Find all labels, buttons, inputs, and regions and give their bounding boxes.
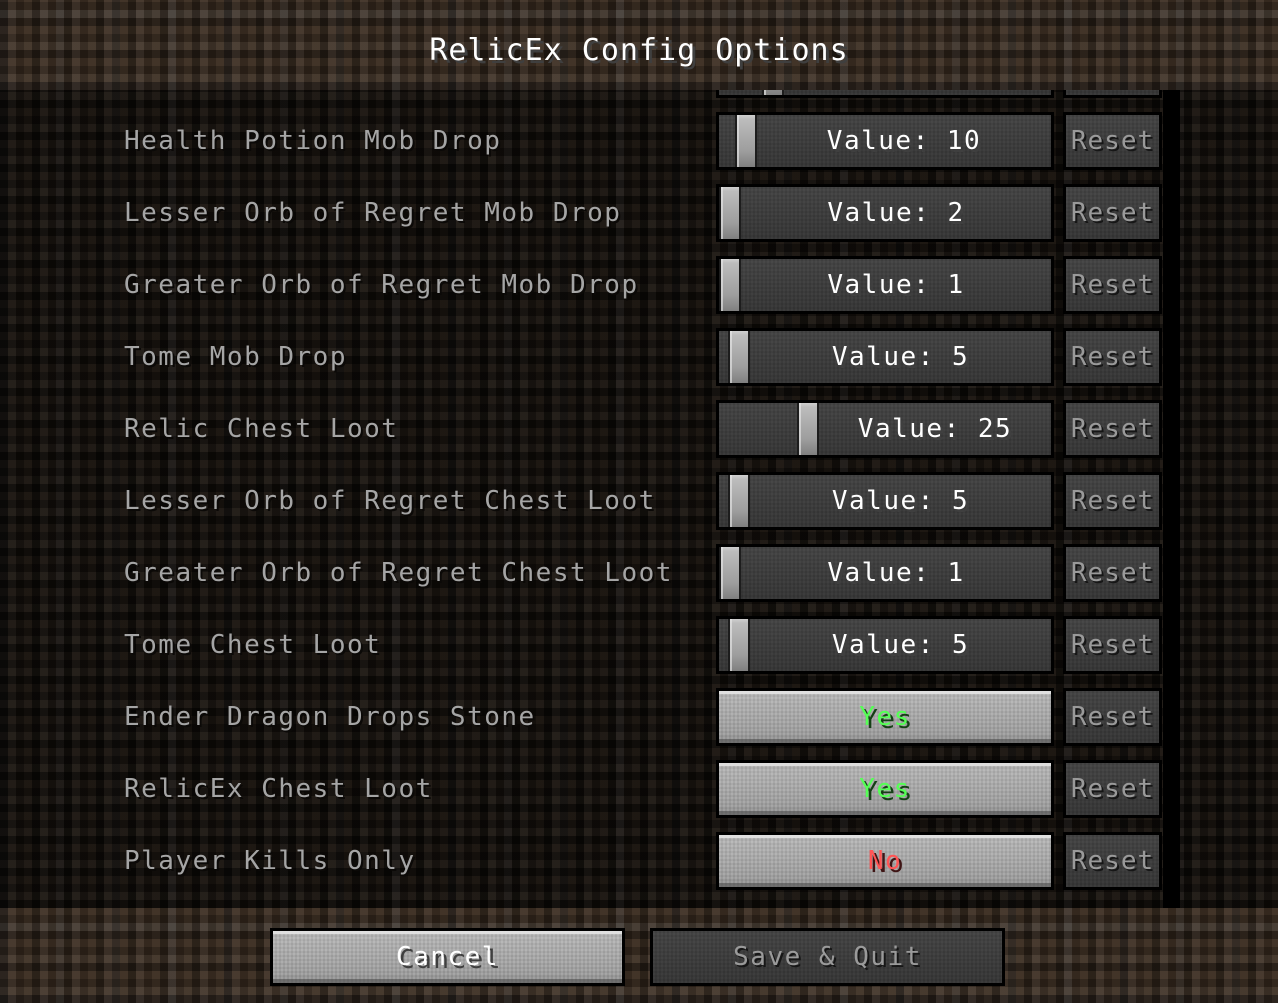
save-and-quit-button-label: Save & Quit <box>733 942 922 972</box>
screen-footer <box>0 908 1278 1003</box>
slider-thumb[interactable] <box>735 115 757 167</box>
option-label: Tome Mob Drop <box>124 342 347 372</box>
option-label: Ender Dragon Drops Stone <box>124 702 536 732</box>
slider-track[interactable]: Value: 1 <box>719 547 1051 599</box>
reset-button[interactable]: Reset <box>1063 328 1162 386</box>
option-row: Lesser Orb of Regret Chest Loot Value: 5 R… <box>0 465 1278 537</box>
options-list-content: Reset Health Potion Mob Drop Value: 10 Rese… <box>0 90 1278 897</box>
option-label: Health Potion Mob Drop <box>124 126 502 156</box>
slider-thumb[interactable] <box>728 619 750 671</box>
slider-track[interactable]: Value: 5 <box>719 331 1051 383</box>
option-label: Tome Chest Loot <box>124 630 382 660</box>
reset-button-label: Reset <box>1070 198 1155 228</box>
reset-button-label: Reset <box>1070 486 1155 516</box>
slider-value-text: Value: 10 <box>826 126 982 156</box>
reset-button[interactable]: Reset <box>1063 112 1162 170</box>
option-label: Lesser Orb of Regret Chest Loot <box>124 486 656 516</box>
value-slider[interactable]: Value: 2 <box>716 184 1054 242</box>
value-slider[interactable]: Value: 25 <box>716 400 1054 458</box>
slider-thumb[interactable] <box>728 331 750 383</box>
slider-value-text: Value: 5 <box>831 630 970 660</box>
value-slider[interactable]: Value: 5 <box>716 472 1054 530</box>
slider-value-text: Value: 1 <box>827 270 965 300</box>
slider-thumb[interactable] <box>719 547 741 599</box>
slider-track[interactable]: Value: 1 <box>719 259 1051 311</box>
minecraft-config-screen: RelicEx Config Options ResetHealth Potio… <box>0 0 1278 1003</box>
slider-thumb[interactable] <box>719 187 741 239</box>
reset-button[interactable]: Reset <box>1063 472 1162 530</box>
slider-track[interactable]: Value: 10 <box>719 115 1051 167</box>
option-row: Ender Dragon Drops Stone Yes Reset <box>0 681 1278 753</box>
option-label: Greater Orb of Regret Chest Loot <box>124 558 673 588</box>
page-title: RelicEx Config Options <box>429 33 849 68</box>
value-slider[interactable]: Value: 5 <box>716 328 1054 386</box>
options-list[interactable]: Reset Health Potion Mob Drop Value: 10 Rese… <box>0 90 1278 908</box>
option-label: Lesser Orb of Regret Mob Drop <box>124 198 622 228</box>
toggle-value-text: Yes <box>859 774 911 804</box>
option-row: Lesser Orb of Regret Mob Drop Value: 2 Res… <box>0 177 1278 249</box>
boolean-toggle-button[interactable]: No <box>716 832 1054 890</box>
save-and-quit-button[interactable]: Save & Quit <box>650 928 1005 986</box>
slider-track[interactable]: Value: 2 <box>719 187 1051 239</box>
option-row: Reset <box>0 90 1278 105</box>
reset-button[interactable]: Reset <box>1063 544 1162 602</box>
screen-header: RelicEx Config Options <box>0 0 1278 90</box>
reset-button[interactable]: Reset <box>1063 400 1162 458</box>
cancel-button[interactable]: Cancel <box>270 928 625 986</box>
slider-value-text: Value: 5 <box>831 486 970 516</box>
value-slider[interactable]: Value: 1 <box>716 544 1054 602</box>
option-row: Relic Chest Loot Value: 25 Reset <box>0 393 1278 465</box>
option-row: Tome Chest Loot Value: 5 Reset <box>0 609 1278 681</box>
boolean-toggle-button[interactable]: Yes <box>716 760 1054 818</box>
slider-value-text: Value: 1 <box>827 558 965 588</box>
option-row: Player Kills Only No Reset <box>0 825 1278 897</box>
reset-button[interactable]: Reset <box>1063 760 1162 818</box>
reset-button[interactable]: Reset <box>1063 256 1162 314</box>
option-label: Relic Chest Loot <box>124 414 399 444</box>
slider-thumb[interactable] <box>728 475 750 527</box>
reset-button-label: Reset <box>1070 774 1155 804</box>
option-row: Tome Mob Drop Value: 5 Reset <box>0 321 1278 393</box>
option-row: RelicEx Chest Loot Yes Reset <box>0 753 1278 825</box>
toggle-value-text: No <box>867 846 903 876</box>
reset-button-label: Reset <box>1070 630 1155 660</box>
reset-button[interactable]: Reset <box>1063 688 1162 746</box>
slider-track[interactable]: Value: 25 <box>719 403 1051 455</box>
slider-track[interactable]: Value: 5 <box>719 619 1051 671</box>
value-slider[interactable] <box>716 90 1054 98</box>
toggle-value-text: Yes <box>859 702 911 732</box>
slider-thumb[interactable] <box>797 403 819 455</box>
slider-track[interactable]: Value: 5 <box>719 475 1051 527</box>
option-label: RelicEx Chest Loot <box>124 774 433 804</box>
reset-button[interactable]: Reset <box>1063 90 1162 98</box>
reset-button-label: Reset <box>1070 270 1155 300</box>
reset-button[interactable]: Reset <box>1063 616 1162 674</box>
boolean-toggle-button[interactable]: Yes <box>716 688 1054 746</box>
slider-value-text: Value: 5 <box>831 342 970 372</box>
option-row: Health Potion Mob Drop Value: 10 Reset <box>0 105 1278 177</box>
reset-button-label: Reset <box>1070 846 1155 876</box>
slider-thumb[interactable] <box>762 90 784 95</box>
reset-button[interactable]: Reset <box>1063 832 1162 890</box>
reset-button-label: Reset <box>1070 702 1155 732</box>
option-row: Greater Orb of Regret Chest Loot Value: 1… <box>0 537 1278 609</box>
value-slider[interactable]: Value: 5 <box>716 616 1054 674</box>
cancel-button-label: Cancel <box>396 942 499 972</box>
value-slider[interactable]: Value: 10 <box>716 112 1054 170</box>
slider-thumb[interactable] <box>719 259 741 311</box>
option-label: Player Kills Only <box>124 846 416 876</box>
option-row: Greater Orb of Regret Mob Drop Value: 1 Re… <box>0 249 1278 321</box>
slider-value-text: Value: 2 <box>827 198 965 228</box>
reset-button-label: Reset <box>1070 342 1155 372</box>
value-slider[interactable]: Value: 1 <box>716 256 1054 314</box>
slider-value-text: Value: 25 <box>857 414 1013 444</box>
list-scrollbar-track[interactable] <box>1163 90 1180 908</box>
reset-button-label: Reset <box>1070 414 1155 444</box>
list-scrollbar-thumb[interactable] <box>1163 122 1180 896</box>
slider-track[interactable] <box>719 90 1051 95</box>
reset-button-label: Reset <box>1070 126 1155 156</box>
option-label: Greater Orb of Regret Mob Drop <box>124 270 639 300</box>
reset-button-label: Reset <box>1070 558 1155 588</box>
reset-button[interactable]: Reset <box>1063 184 1162 242</box>
